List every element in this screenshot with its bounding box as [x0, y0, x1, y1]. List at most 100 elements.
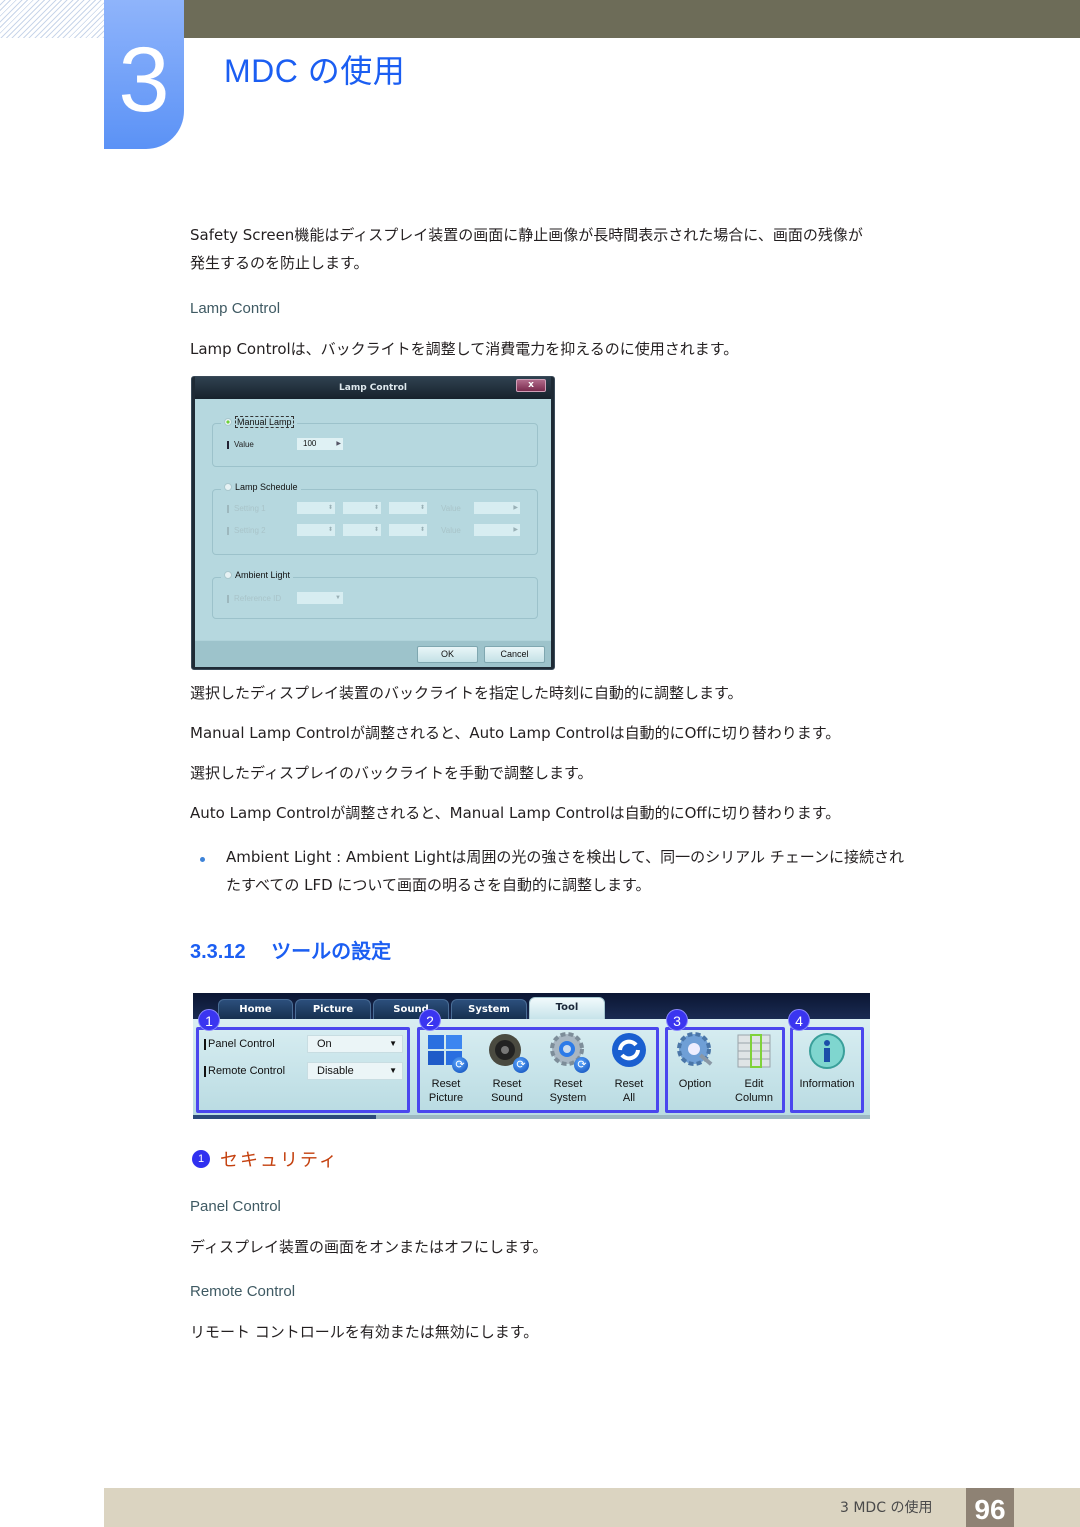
page-footer: 3 MDC の使用 96 — [104, 1488, 1080, 1527]
chevron-down-icon[interactable]: ▼ — [389, 1036, 397, 1052]
header-hatch-decoration — [0, 0, 104, 38]
manual-lamp-label: Manual Lamp — [235, 416, 294, 428]
safety-screen-paragraph: Safety Screen機能はディスプレイ装置の画面に静止画像が長時間表示され… — [190, 221, 1020, 277]
setting-1-ampm-spinner[interactable]: ⬍ — [389, 502, 427, 514]
ambient-light-line-1: Ambient Light : Ambient Lightは周囲の光の強さを検出… — [226, 848, 905, 866]
spinner-icon[interactable]: ⬍ — [374, 524, 379, 536]
bullet-icon — [200, 857, 205, 862]
ambient-light-line-2: たすべての LFD について画面の明るさを自動的に調整します。 — [226, 876, 651, 894]
setting-2-hour-spinner[interactable]: ⬍ — [297, 524, 335, 536]
section-number: 3.3.12 — [190, 941, 246, 963]
tab-tool[interactable]: Tool — [529, 997, 605, 1020]
information-icon — [807, 1031, 847, 1071]
reset-system-button[interactable]: ⟳ Reset System — [538, 1031, 598, 1105]
ambient-light-bullet: Ambient Light : Ambient Lightは周囲の光の強さを検出… — [226, 843, 1016, 899]
chapter-title: MDC の使用 — [224, 53, 406, 89]
chevron-down-icon[interactable]: ▼ — [335, 592, 341, 604]
tab-home[interactable]: Home — [218, 999, 293, 1020]
safety-screen-line-2: 発生するのを防止します。 — [190, 254, 369, 272]
security-title: セキュリティ — [220, 1150, 339, 1171]
security-number-badge: 1 — [192, 1150, 210, 1168]
spinner-icon[interactable]: ⬍ — [328, 524, 333, 536]
lamp-schedule-label: Lamp Schedule — [235, 482, 298, 492]
spinner-icon[interactable]: ⬍ — [420, 524, 425, 536]
paragraph-manual-lamp-note: Manual Lamp Controlが調整されると、Auto Lamp Con… — [190, 724, 841, 742]
dialog-footer: OK Cancel — [195, 640, 551, 667]
setting-2-ampm-spinner[interactable]: ⬍ — [389, 524, 427, 536]
ambient-light-label: Ambient Light — [235, 570, 291, 580]
setting-1-value-label: Value — [441, 504, 461, 513]
manual-lamp-radio[interactable] — [224, 418, 232, 426]
setting-2-minute-spinner[interactable]: ⬍ — [343, 524, 381, 536]
callout-badge-4: 4 — [788, 1009, 810, 1031]
reset-picture-icon: ⟳ — [426, 1031, 468, 1073]
spinner-icon[interactable]: ⬍ — [420, 502, 425, 514]
tool-panel: Home Picture Sound System Tool Panel Con… — [193, 993, 870, 1119]
information-button[interactable]: Information — [793, 1031, 861, 1091]
lamp-control-heading: Lamp Control — [190, 300, 281, 317]
panel-control-label: Panel Control — [208, 1038, 275, 1050]
tab-system[interactable]: System — [451, 999, 527, 1020]
edit-column-button[interactable]: Edit Column — [724, 1031, 784, 1105]
lamp-schedule-radio[interactable] — [224, 483, 232, 491]
dialog-body: Manual Lamp Value 100 ▶ Lamp Schedule Se… — [195, 399, 551, 667]
setting-1-value-field[interactable]: ▶ — [474, 502, 520, 514]
ambient-light-radio[interactable] — [224, 571, 232, 579]
cancel-button[interactable]: Cancel — [484, 646, 545, 663]
play-arrow-icon[interactable]: ▶ — [336, 438, 341, 450]
paragraph-auto-lamp-note: Auto Lamp Controlが調整されると、Manual Lamp Con… — [190, 804, 841, 822]
paragraph-lamp-schedule: 選択したディスプレイ装置のバックライトを指定した時刻に自動的に調整します。 — [190, 684, 743, 702]
option-button[interactable]: Option — [665, 1031, 725, 1091]
paragraph-manual-lamp: 選択したディスプレイのバックライトを手動で調整します。 — [190, 764, 593, 782]
reset-system-icon: ⟳ — [548, 1031, 590, 1073]
tool-body: Panel Control On ▼ Remote Control Disabl… — [193, 1019, 870, 1115]
tab-picture[interactable]: Picture — [295, 999, 371, 1020]
callout-badge-1: 1 — [198, 1009, 220, 1031]
dialog-title: Lamp Control — [195, 377, 551, 399]
remote-control-dropdown[interactable]: Disable ▼ — [307, 1062, 403, 1080]
chevron-down-icon[interactable]: ▼ — [389, 1063, 397, 1079]
section-title-text: ツールの設定 — [271, 941, 392, 963]
remote-control-description: リモート コントロールを有効または無効にします。 — [190, 1323, 539, 1341]
reference-id-dropdown[interactable]: ▼ — [297, 592, 343, 604]
lamp-control-description: Lamp Controlは、バックライトを調整して消費電力を抑えるのに使用されま… — [190, 340, 739, 358]
section-title: 3.3.12 ツールの設定 — [190, 935, 391, 964]
close-button[interactable]: x — [516, 379, 546, 392]
reference-id-label: Reference ID — [234, 594, 282, 603]
ok-button[interactable]: OK — [417, 646, 478, 663]
remote-control-heading: Remote Control — [190, 1283, 296, 1300]
ambient-light-group: Ambient Light Reference ID ▼ — [212, 570, 538, 619]
option-icon — [675, 1031, 715, 1071]
reset-sound-icon: ⟳ — [487, 1031, 529, 1073]
panel-control-dropdown[interactable]: On ▼ — [307, 1035, 403, 1053]
spinner-icon[interactable]: ⬍ — [328, 502, 333, 514]
lamp-control-dialog: Lamp Control x Manual Lamp Value 100 ▶ L… — [191, 376, 555, 670]
safety-screen-line-1: Safety Screen機能はディスプレイ装置の画面に静止画像が長時間表示され… — [190, 226, 863, 244]
spinner-icon[interactable]: ⬍ — [374, 502, 379, 514]
callout-badge-2: 2 — [419, 1009, 441, 1031]
tab-bar: Home Picture Sound System Tool — [193, 993, 870, 1020]
reset-sound-button[interactable]: ⟳ Reset Sound — [477, 1031, 537, 1105]
reset-all-button[interactable]: Reset All — [599, 1031, 659, 1105]
edit-column-icon — [734, 1031, 774, 1071]
reset-picture-button[interactable]: ⟳ Reset Picture — [416, 1031, 476, 1105]
chapter-badge: 3 — [104, 0, 184, 149]
setting-1-minute-spinner[interactable]: ⬍ — [343, 502, 381, 514]
panel-control-heading: Panel Control — [190, 1198, 281, 1215]
header-bar — [184, 0, 1080, 38]
reset-all-icon — [609, 1031, 649, 1071]
setting-2-value-label: Value — [441, 526, 461, 535]
play-arrow-icon[interactable]: ▶ — [513, 502, 518, 514]
lamp-schedule-group: Lamp Schedule Setting 1 ⬍ ⬍ ⬍ Value ▶ Se… — [212, 482, 538, 555]
footer-chapter-label: 3 MDC の使用 — [840, 1500, 933, 1516]
setting-2-value-field[interactable]: ▶ — [474, 524, 520, 536]
manual-value-field[interactable]: 100 ▶ — [297, 438, 343, 450]
security-group-highlight: Panel Control On ▼ Remote Control Disabl… — [196, 1027, 410, 1113]
setting-2-label: Setting 2 — [234, 526, 266, 535]
remote-control-label: Remote Control — [208, 1065, 286, 1077]
value-label: Value — [234, 440, 254, 449]
setting-1-hour-spinner[interactable]: ⬍ — [297, 502, 335, 514]
manual-lamp-group: Manual Lamp Value 100 ▶ — [212, 416, 538, 467]
play-arrow-icon[interactable]: ▶ — [513, 524, 518, 536]
setting-1-label: Setting 1 — [234, 504, 266, 513]
